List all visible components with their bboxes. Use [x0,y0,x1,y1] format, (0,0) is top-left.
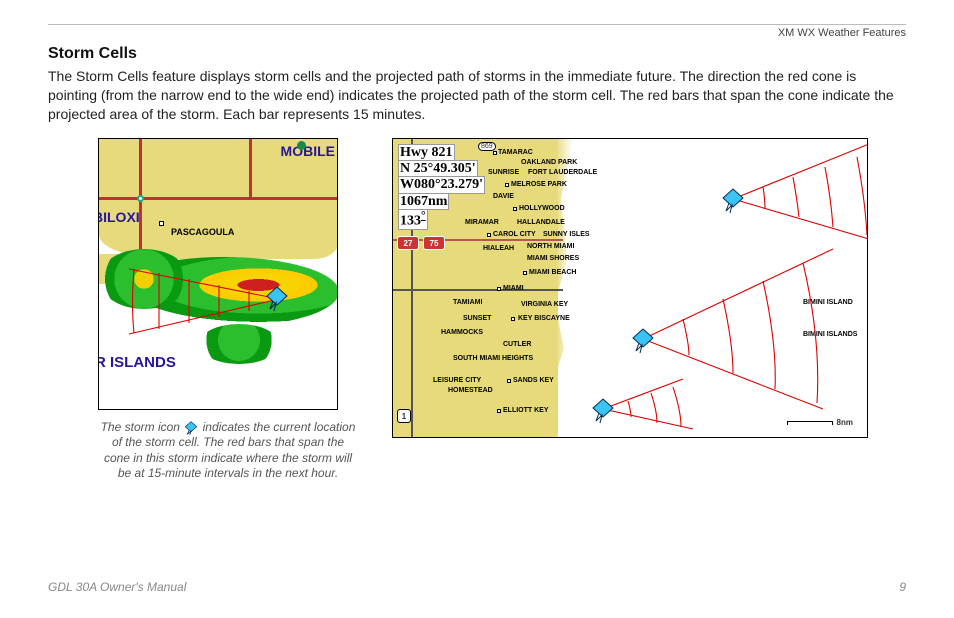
footer-manual-title: GDL 30A Owner's Manual [48,580,186,594]
label-pascagoula: PASCAGOULA [171,227,234,237]
figures-row: MOBILE BILOXI PASCAGOULA PETIT BOIS ISLA… [48,138,906,482]
label-rislands: R ISLANDS [98,354,176,371]
figure-storm-closeup: MOBILE BILOXI PASCAGOULA PETIT BOIS ISLA… [98,138,338,410]
label-mobile: MOBILE [281,143,335,159]
label-biloxi: BILOXI [98,209,140,225]
footer-page-number: 9 [899,580,906,594]
figure-storm-wide: 869 27 75 1 Hwy 821 N 25°49.305' W080°23… [392,138,868,438]
section-title: Storm Cells [48,45,906,63]
page-footer: GDL 30A Owner's Manual 9 [48,580,906,594]
header-section-label: XM WX Weather Features [48,27,906,39]
map-scale: 8nm [787,418,853,427]
storm-cones-overlay [393,139,868,438]
caption-text-pre: The storm icon [101,420,184,434]
storm-icon [183,421,199,435]
storm-cone-overlay [109,259,329,349]
figure-caption: The storm icon indicates the current loc… [98,420,358,482]
section-body: The Storm Cells feature displays storm c… [48,67,906,124]
